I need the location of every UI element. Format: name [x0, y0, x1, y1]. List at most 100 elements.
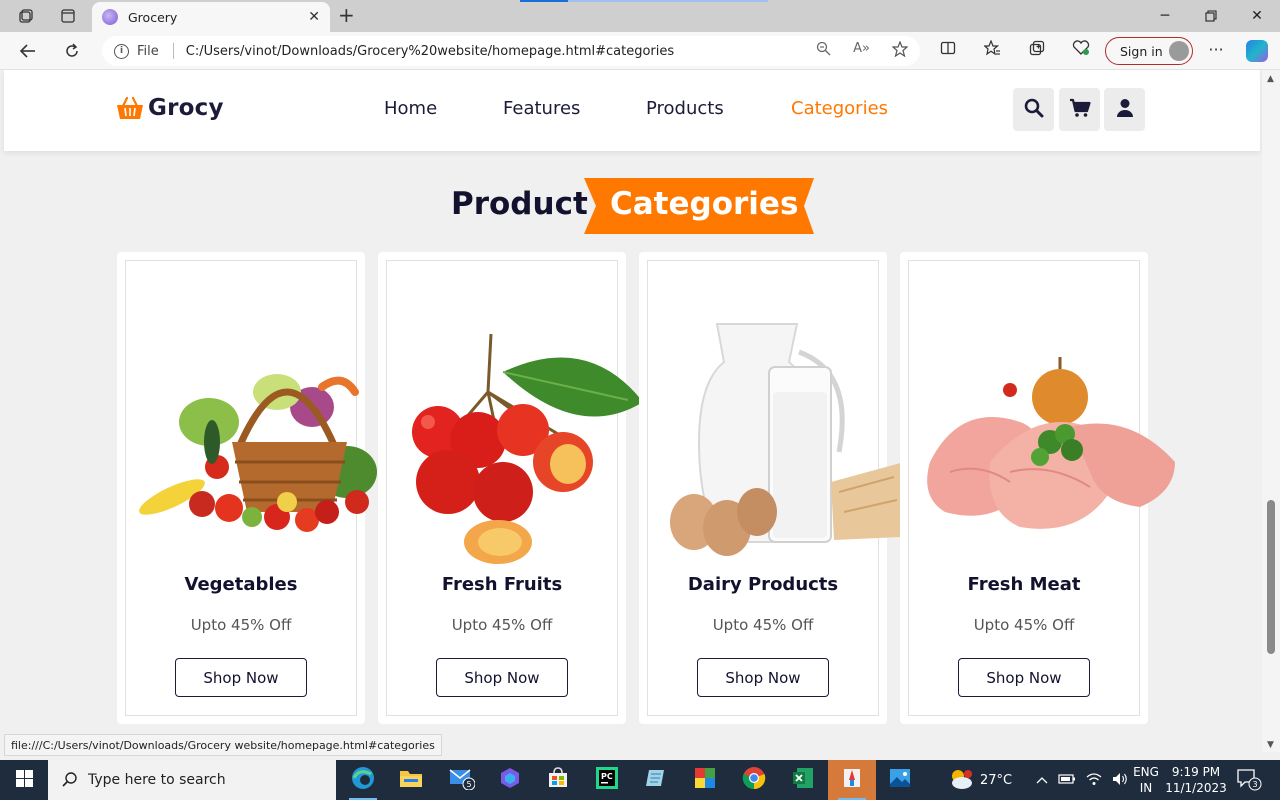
folder-icon [399, 767, 423, 793]
clock-date: 11/1/2023 [1165, 781, 1227, 795]
page-scrollbar[interactable]: ▲ ▼ [1262, 70, 1280, 752]
svg-text:3: 3 [1252, 780, 1257, 789]
category-discount: Upto 45% Off [712, 616, 814, 634]
nav-categories[interactable]: Categories [791, 98, 888, 119]
split-screen-icon[interactable] [936, 40, 960, 60]
category-title: Dairy Products [687, 574, 839, 595]
favorite-star-icon[interactable] [891, 40, 909, 61]
taskbar-excel[interactable] [779, 760, 827, 800]
shop-now-button[interactable]: Shop Now [175, 658, 307, 697]
sign-in-button[interactable]: Sign in [1105, 37, 1193, 65]
battery-icon[interactable] [1058, 773, 1076, 788]
clock[interactable]: 9:19 PM 11/1/2023 [1164, 760, 1228, 800]
tiles-icon [693, 766, 717, 794]
taskbar-file-explorer[interactable] [387, 760, 435, 800]
address-protocol: File [137, 43, 159, 59]
weather-widget[interactable]: 27°C [948, 760, 1012, 800]
mail-icon: 5 [449, 766, 476, 794]
taskbar-store[interactable] [534, 760, 582, 800]
read-aloud-icon[interactable]: A» [853, 41, 870, 61]
taskbar-app-active[interactable] [828, 760, 876, 800]
tab-title: Grocery [128, 9, 178, 25]
scroll-down-icon[interactable]: ▼ [1267, 740, 1274, 750]
heading-plain: Product [451, 186, 588, 222]
restore-button[interactable] [1188, 4, 1234, 28]
taskbar-chrome[interactable] [730, 760, 778, 800]
more-options-icon[interactable]: ··· [1204, 40, 1228, 59]
excel-icon [791, 766, 815, 794]
loading-indicator-track [568, 0, 768, 2]
loading-indicator [520, 0, 568, 2]
heading-highlight: Categories [610, 186, 799, 222]
taskbar-copilot[interactable] [486, 760, 534, 800]
nav-products[interactable]: Products [646, 98, 724, 119]
show-hidden-icons-icon[interactable] [1036, 773, 1048, 787]
minimize-button[interactable]: ─ [1142, 4, 1188, 28]
svg-text:5: 5 [466, 780, 471, 789]
category-discount: Upto 45% Off [190, 616, 292, 634]
browser-toolbar: i File C:/Users/vinot/Downloads/Grocery%… [0, 32, 1280, 70]
refresh-icon[interactable] [58, 38, 86, 64]
site-info-icon[interactable]: i [114, 43, 129, 59]
browser-essentials-icon[interactable] [1069, 40, 1093, 60]
search-icon [1024, 98, 1044, 122]
taskbar-pycharm[interactable]: PC [583, 760, 631, 800]
sign-in-label: Sign in [1120, 43, 1163, 59]
collections-icon[interactable] [1025, 40, 1049, 60]
notification-icon: 3 [1236, 767, 1262, 794]
profile-avatar-icon [1169, 41, 1189, 61]
site-header: Grocy Home Features Products Categories [4, 70, 1260, 151]
shop-now-button[interactable]: Shop Now [958, 658, 1090, 697]
volume-icon[interactable] [1112, 772, 1128, 789]
notes-icon [644, 766, 668, 794]
search-button[interactable] [1013, 88, 1054, 131]
workspaces-icon[interactable] [12, 4, 40, 28]
new-tab-button[interactable]: + [338, 4, 355, 26]
shop-now-button[interactable]: Shop Now [697, 658, 829, 697]
language-code: ENG [1133, 765, 1159, 779]
input-language[interactable]: ENG IN [1131, 760, 1161, 800]
weather-temperature: 27°C [980, 772, 1013, 788]
nav-features[interactable]: Features [503, 98, 580, 119]
close-window-button[interactable]: ✕ [1234, 4, 1280, 28]
notifications-button[interactable]: 3 [1236, 760, 1262, 800]
close-tab-icon[interactable]: ✕ [308, 9, 320, 25]
taskbar-mail[interactable]: 5 [438, 760, 486, 800]
start-button[interactable] [0, 760, 48, 800]
wifi-icon[interactable] [1086, 772, 1102, 789]
account-button[interactable] [1104, 88, 1145, 131]
scroll-thumb[interactable] [1267, 500, 1275, 654]
address-bar[interactable]: i File C:/Users/vinot/Downloads/Grocery%… [102, 36, 920, 66]
tab-actions-icon[interactable] [54, 4, 82, 28]
cart-button[interactable] [1059, 88, 1100, 131]
taskbar-search[interactable]: Type here to search [48, 760, 336, 800]
user-icon [1116, 98, 1134, 122]
site-favicon-icon [102, 9, 118, 25]
category-title: Fresh Meat [967, 574, 1081, 595]
pycharm-icon: PC [595, 766, 619, 794]
zoom-icon[interactable] [816, 41, 831, 61]
shop-now-button[interactable]: Shop Now [436, 658, 568, 697]
category-discount: Upto 45% Off [973, 616, 1075, 634]
taskbar-photos[interactable] [876, 760, 924, 800]
section-heading: Product Categories [0, 178, 1262, 234]
category-title: Fresh Fruits [441, 574, 563, 595]
taskbar-search-placeholder: Type here to search [88, 772, 226, 788]
vegetable-basket-image [139, 374, 377, 532]
address-url[interactable]: C:/Users/vinot/Downloads/Grocery%20websi… [186, 44, 674, 59]
copilot-icon[interactable] [1246, 40, 1268, 62]
paint-icon [840, 766, 864, 794]
nav-home[interactable]: Home [384, 98, 437, 119]
category-card: Fresh Fruits Upto 45% Off Shop Now [378, 252, 643, 724]
back-icon[interactable] [14, 38, 42, 64]
taskbar-edge[interactable] [339, 760, 387, 800]
taskbar-app-tiles[interactable] [681, 760, 729, 800]
favorites-icon[interactable] [980, 39, 1004, 60]
tab-grocery[interactable]: Grocery ✕ [92, 2, 330, 32]
cherries-image [412, 333, 643, 564]
milk-eggs-image [670, 323, 904, 556]
taskbar-app-blue[interactable] [632, 760, 680, 800]
svg-text:PC: PC [601, 772, 613, 781]
browser-tab-bar: Grocery ✕ + ─ ✕ [0, 0, 1280, 32]
scroll-up-icon[interactable]: ▲ [1267, 74, 1274, 84]
